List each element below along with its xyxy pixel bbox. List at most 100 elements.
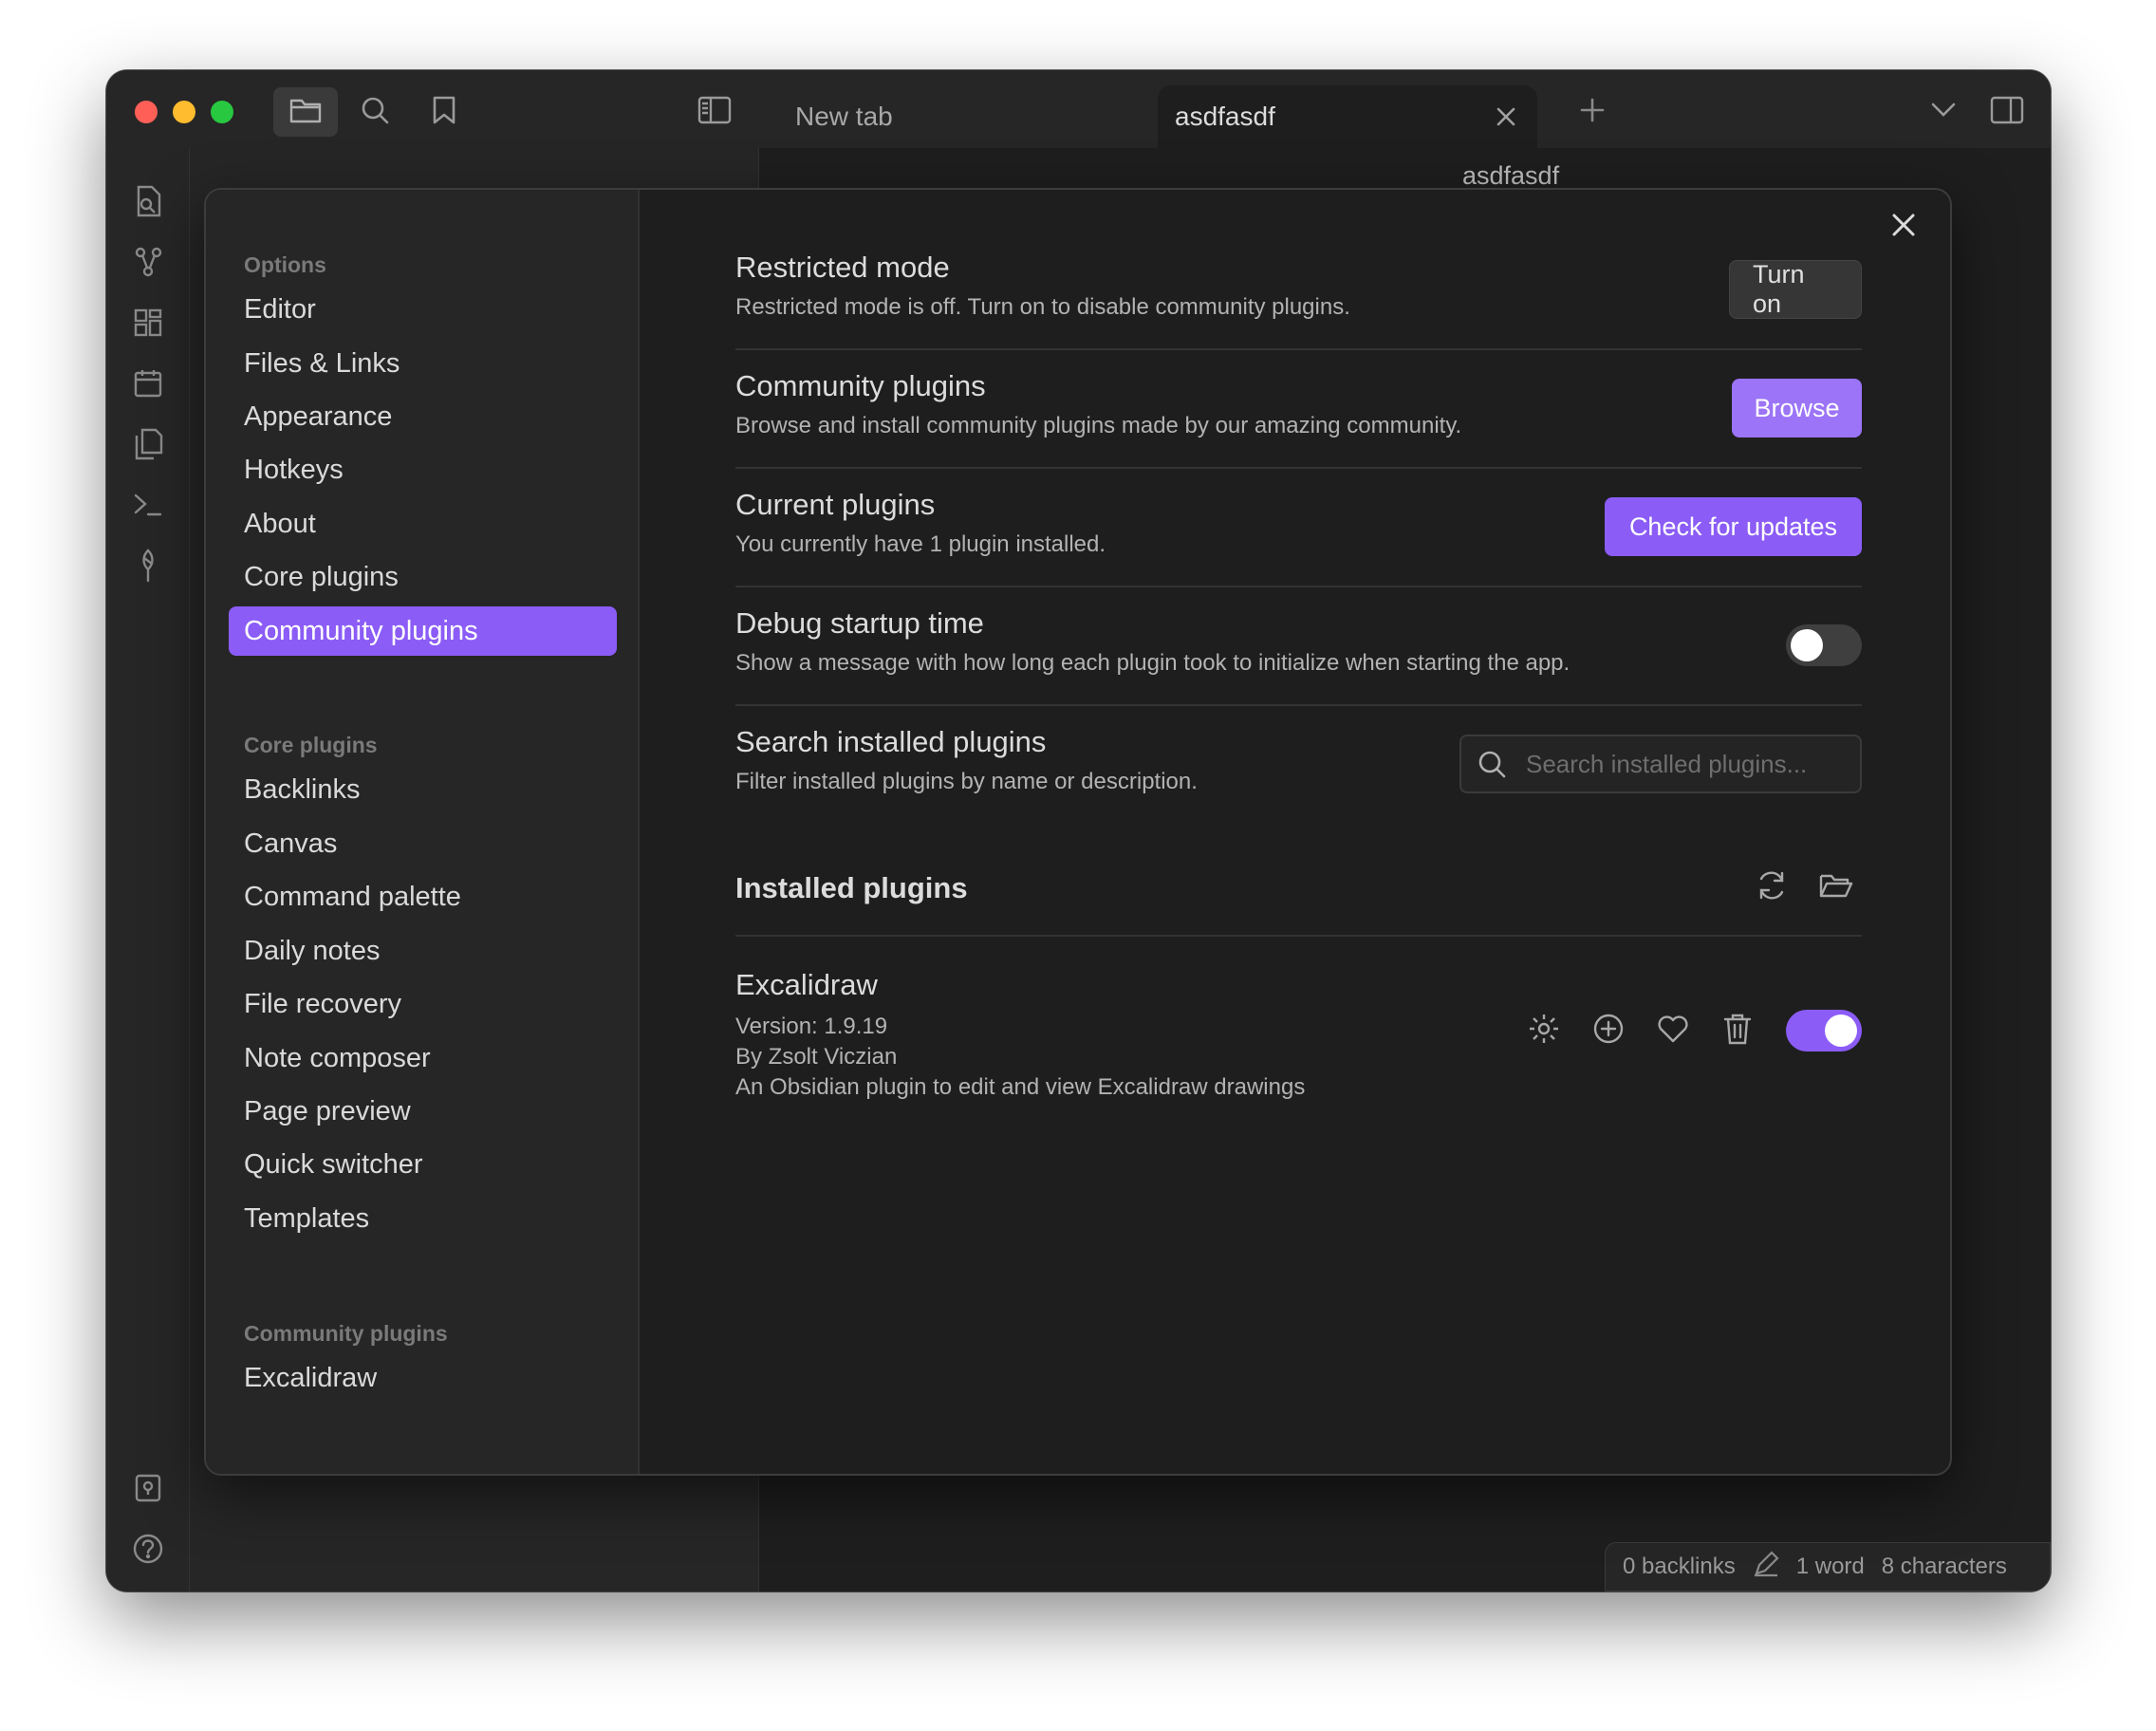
toggle-knob <box>1791 629 1823 661</box>
modal-close-button[interactable] <box>1882 205 1925 249</box>
tab-list-button[interactable] <box>1911 87 1976 137</box>
nav-item-daily-notes[interactable]: Daily notes <box>229 926 617 976</box>
search-icon <box>1477 749 1507 779</box>
nav-item-editor[interactable]: Editor <box>229 285 617 334</box>
search-installed-field[interactable] <box>1459 735 1862 793</box>
check-for-updates-button[interactable]: Check for updates <box>1605 497 1862 556</box>
nav-item-note-composer[interactable]: Note composer <box>229 1033 617 1083</box>
character-count: 8 characters <box>1881 1554 2007 1579</box>
left-sidebar-toggle[interactable] <box>682 87 747 137</box>
plus-icon <box>1579 97 1606 128</box>
settings-content: Restricted mode Restricted mode is off. … <box>735 190 1862 1474</box>
ribbon <box>106 148 190 1591</box>
nav-item-files-links[interactable]: Files & Links <box>229 339 617 388</box>
tab-label: asdfasdf <box>1175 102 1275 131</box>
search-installed-input[interactable] <box>1526 749 1860 779</box>
tab-close-icon[interactable] <box>1484 95 1528 139</box>
open-plugins-folder-button[interactable] <box>1814 866 1858 909</box>
files-toggle-button[interactable] <box>273 87 338 137</box>
terminal-icon[interactable] <box>127 484 169 526</box>
gear-icon <box>1528 1013 1560 1050</box>
divider <box>735 586 1862 587</box>
plugin-enable-toggle[interactable] <box>1786 1010 1862 1052</box>
nav-item-label: Editor <box>244 293 316 325</box>
settings-gear-icon[interactable] <box>127 1589 169 1591</box>
plugin-hotkeys-button[interactable] <box>1587 1009 1630 1052</box>
nav-item-label: Excalidraw <box>244 1362 378 1393</box>
open-quick-switcher-icon[interactable] <box>127 180 169 222</box>
search-button[interactable] <box>343 87 407 137</box>
window-close-button[interactable] <box>135 101 158 123</box>
graph-view-icon[interactable] <box>127 241 169 283</box>
plugin-uninstall-button[interactable] <box>1716 1009 1759 1052</box>
setting-description: Restricted mode is off. Turn on to disab… <box>735 294 1350 320</box>
nav-item-about[interactable]: About <box>229 499 617 549</box>
nav-item-templates[interactable]: Templates <box>229 1194 617 1243</box>
nav-item-quick-switcher[interactable]: Quick switcher <box>229 1140 617 1189</box>
window-maximize-button[interactable] <box>211 101 233 123</box>
settings-nav: Options Editor Files & Links Appearance … <box>206 190 640 1474</box>
bookmarks-button[interactable] <box>412 87 476 137</box>
help-icon[interactable] <box>127 1528 169 1570</box>
nav-item-file-recovery[interactable]: File recovery <box>229 979 617 1029</box>
nav-item-label: Appearance <box>244 400 393 432</box>
turn-on-restricted-button[interactable]: Turn on <box>1729 260 1862 319</box>
nav-item-excalidraw[interactable]: Excalidraw <box>229 1353 617 1403</box>
nav-item-page-preview[interactable]: Page preview <box>229 1087 617 1136</box>
vault-switcher-icon[interactable] <box>127 1467 169 1509</box>
nav-item-label: Canvas <box>244 828 338 859</box>
right-sidebar-toggle[interactable] <box>1975 87 2039 137</box>
canvas-icon[interactable] <box>127 302 169 344</box>
settings-modal: Options Editor Files & Links Appearance … <box>204 188 1952 1476</box>
setting-name: Debug startup time <box>735 606 984 640</box>
tab-active[interactable]: asdfasdf <box>1158 85 1537 148</box>
plugin-donate-button[interactable] <box>1651 1009 1695 1052</box>
nav-item-appearance[interactable]: Appearance <box>229 392 617 441</box>
excalidraw-icon[interactable] <box>127 545 169 586</box>
app-window: New tab asdfasdf asdfasdf 0 backlinks 1 … <box>106 70 2051 1591</box>
edit-pencil-icon[interactable] <box>1753 1550 1779 1584</box>
nav-item-label: Core plugins <box>244 561 399 592</box>
tab-new[interactable]: New tab <box>778 85 1063 148</box>
debug-startup-toggle[interactable] <box>1786 624 1862 666</box>
window-minimize-button[interactable] <box>173 101 195 123</box>
nav-item-canvas[interactable]: Canvas <box>229 819 617 868</box>
reload-plugins-button[interactable] <box>1750 866 1794 909</box>
backlinks-count[interactable]: 0 backlinks <box>1623 1554 1736 1580</box>
nav-item-label: Backlinks <box>244 773 361 805</box>
heart-icon <box>1657 1014 1689 1049</box>
nav-heading-core-plugins: Core plugins <box>244 733 378 757</box>
folder-open-icon <box>1819 871 1853 904</box>
chevron-down-icon <box>1930 102 1957 123</box>
plugin-description: An Obsidian plugin to edit and view Exca… <box>735 1074 1306 1100</box>
setting-description: Browse and install community plugins mad… <box>735 413 1462 438</box>
word-count: 1 word <box>1795 1554 1865 1579</box>
divider <box>735 348 1862 350</box>
nav-heading-community-plugins: Community plugins <box>244 1321 448 1346</box>
status-bar: 0 backlinks 1 word 8 characters <box>1605 1542 2051 1591</box>
divider <box>735 467 1862 469</box>
setting-name: Community plugins <box>735 369 986 402</box>
nav-item-label: Note composer <box>244 1042 431 1073</box>
plus-circle-icon <box>1592 1013 1625 1050</box>
installed-plugins-heading: Installed plugins <box>735 871 968 904</box>
nav-item-hotkeys[interactable]: Hotkeys <box>229 445 617 494</box>
calendar-icon[interactable] <box>127 363 169 404</box>
templates-icon[interactable] <box>127 423 169 465</box>
sidebar-right-icon <box>1990 96 2024 129</box>
nav-item-core-plugins[interactable]: Core plugins <box>229 552 617 602</box>
nav-item-label: Files & Links <box>244 347 400 379</box>
nav-item-command-palette[interactable]: Command palette <box>229 872 617 921</box>
sidebar-left-icon <box>697 96 732 129</box>
setting-community-plugins: Community plugins Browse and install com… <box>735 369 1862 439</box>
divider <box>735 935 1862 937</box>
nav-item-backlinks[interactable]: Backlinks <box>229 765 617 814</box>
nav-item-label: Quick switcher <box>244 1148 423 1180</box>
nav-item-community-plugins[interactable]: Community plugins <box>229 606 617 656</box>
new-tab-button[interactable] <box>1560 87 1625 137</box>
title-bar: New tab asdfasdf <box>106 70 2051 148</box>
divider <box>735 704 1862 706</box>
plugin-options-button[interactable] <box>1522 1009 1566 1052</box>
search-icon <box>360 95 390 130</box>
browse-plugins-button[interactable]: Browse <box>1732 379 1862 437</box>
